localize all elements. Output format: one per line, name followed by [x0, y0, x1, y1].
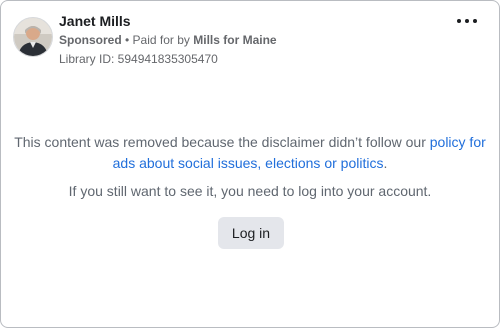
avatar[interactable] — [13, 17, 53, 57]
login-button[interactable]: Log in — [218, 217, 284, 249]
library-id: Library ID: 594941835305470 — [59, 52, 218, 66]
paid-for-name: Mills for Maine — [193, 33, 277, 47]
removed-notice-text: This content was removed because the dis… — [14, 134, 430, 150]
profile-photo-icon — [14, 18, 52, 56]
paid-for-prefix: • Paid for by — [121, 33, 194, 47]
removed-notice: This content was removed because the dis… — [1, 132, 499, 174]
sponsored-label: Sponsored — [59, 33, 122, 47]
advertiser-name[interactable]: Janet Mills — [59, 13, 131, 29]
ad-card: Janet Mills Sponsored • Paid for by Mill… — [0, 0, 500, 328]
login-hint: If you still want to see it, you need to… — [68, 183, 432, 199]
dot — [473, 19, 477, 23]
dot — [465, 19, 469, 23]
sponsored-line: Sponsored • Paid for by Mills for Maine — [59, 33, 277, 47]
dot — [457, 19, 461, 23]
more-options-icon[interactable] — [457, 15, 477, 27]
removed-notice-end: . — [383, 155, 388, 171]
